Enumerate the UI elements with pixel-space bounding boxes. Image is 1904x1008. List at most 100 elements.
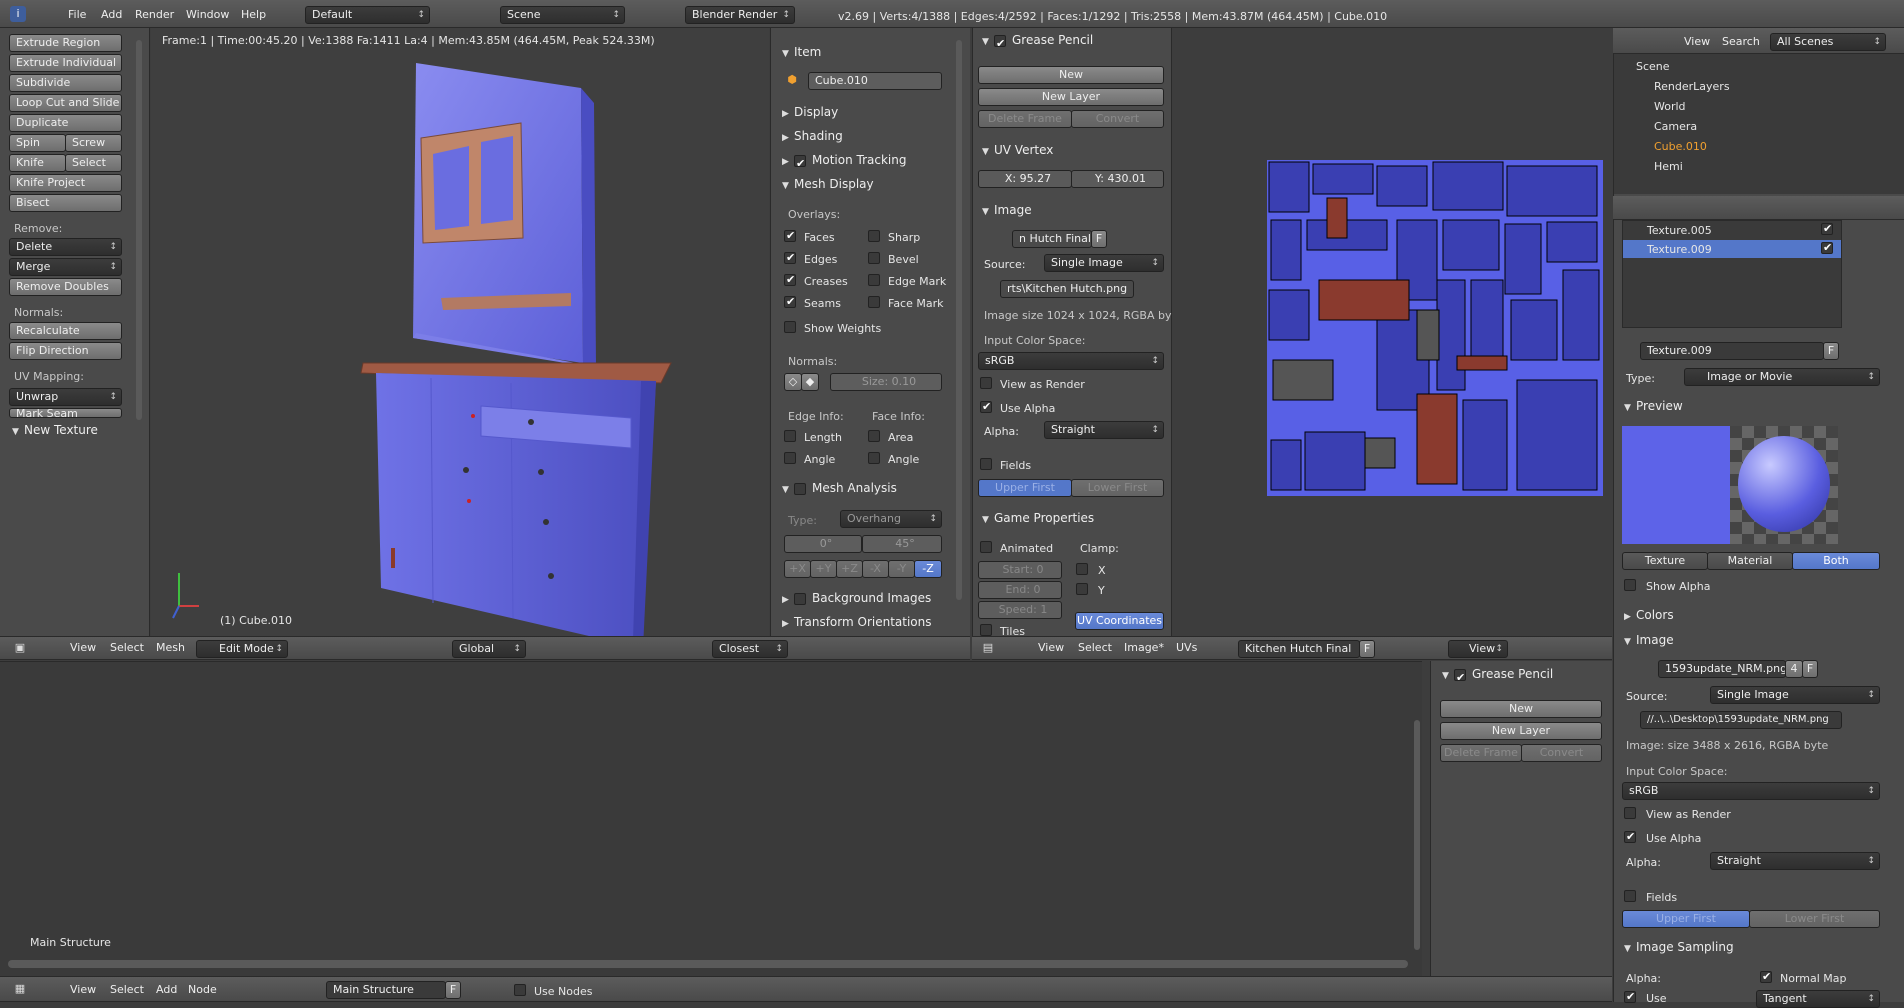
face-normals-toggle[interactable]: ◆ bbox=[801, 373, 819, 391]
merge-menu[interactable]: Merge bbox=[9, 258, 122, 276]
use-nodes-checkbox[interactable] bbox=[514, 984, 526, 996]
upper-first-button[interactable]: Upper First bbox=[1622, 910, 1750, 928]
outliner-item[interactable]: Hemi bbox=[1614, 156, 1886, 176]
outliner-display-select[interactable]: All Scenes bbox=[1770, 33, 1886, 51]
game-properties-panel[interactable]: ▼ Game Properties bbox=[982, 508, 1094, 528]
node-grease-pencil-panel[interactable]: ▼Grease Pencil bbox=[1442, 664, 1553, 688]
extrude-individual-button[interactable]: Extrude Individual bbox=[9, 54, 122, 72]
knife-button[interactable]: Knife bbox=[9, 154, 66, 172]
properties-scrollbar[interactable] bbox=[956, 40, 962, 600]
new-texture-panel[interactable]: ▼ New Texture bbox=[12, 420, 98, 440]
preview-both-tab[interactable]: Both bbox=[1792, 552, 1880, 570]
mark-seam-button[interactable]: Mark Seam bbox=[9, 408, 122, 418]
viewport-menu-select[interactable]: Select bbox=[110, 636, 144, 660]
loop-cut-button[interactable]: Loop Cut and Slide bbox=[9, 94, 122, 112]
node-gp-delete-frame-button[interactable]: Delete Frame bbox=[1440, 744, 1522, 762]
outliner-menu-search[interactable]: Search bbox=[1722, 30, 1760, 54]
uv-view-mode-select[interactable]: View bbox=[1448, 640, 1508, 658]
duplicate-button[interactable]: Duplicate bbox=[9, 114, 122, 132]
subdivide-button[interactable]: Subdivide bbox=[9, 74, 122, 92]
uv-source-select[interactable]: Single Image bbox=[1044, 254, 1164, 272]
flip-direction-button[interactable]: Flip Direction bbox=[9, 342, 122, 360]
menu-render[interactable]: Render bbox=[135, 3, 174, 27]
image-panel[interactable]: ▼ Image bbox=[1624, 630, 1674, 650]
viewport-menu-mesh[interactable]: Mesh bbox=[156, 636, 185, 660]
mode-select[interactable]: Edit Mode bbox=[196, 640, 288, 658]
faces-checkbox[interactable] bbox=[784, 229, 796, 242]
delete-menu[interactable]: Delete bbox=[9, 238, 122, 256]
normal-space-select[interactable]: Tangent bbox=[1756, 990, 1880, 1008]
uv-gp-convert-button[interactable]: Convert bbox=[1071, 110, 1164, 128]
axis-plus-x[interactable]: +X bbox=[784, 560, 811, 578]
anim-end-field[interactable]: End: 0 bbox=[978, 581, 1062, 599]
image-sampling-panel[interactable]: ▼ Image Sampling bbox=[1624, 937, 1734, 957]
uv-menu-image[interactable]: Image* bbox=[1124, 636, 1164, 660]
scene-select[interactable]: Scene bbox=[500, 6, 625, 24]
axis-plus-y[interactable]: +Y bbox=[810, 560, 837, 578]
unwrap-menu[interactable]: Unwrap bbox=[9, 388, 122, 406]
knife-select-button[interactable]: Select bbox=[65, 154, 122, 172]
alpha-select[interactable]: Straight bbox=[1710, 852, 1880, 870]
analysis-type-select[interactable]: Overhang bbox=[840, 510, 942, 528]
toolshelf-scrollbar[interactable] bbox=[136, 40, 142, 420]
menu-add[interactable]: Add bbox=[101, 3, 122, 27]
layout-select[interactable]: Default bbox=[305, 6, 430, 24]
uv-image-select[interactable]: Kitchen Hutch Final bbox=[1238, 640, 1360, 658]
uv-gp-new-layer-button[interactable]: New Layer bbox=[978, 88, 1164, 106]
use-checkbox[interactable] bbox=[1624, 990, 1636, 1003]
image-fake-user[interactable]: F bbox=[1802, 660, 1818, 678]
uv-grease-pencil-panel[interactable]: ▼Grease Pencil bbox=[982, 30, 1093, 54]
edge-mark-checkbox[interactable] bbox=[868, 274, 880, 286]
node-horizontal-scrollbar[interactable] bbox=[8, 960, 1408, 968]
node-gp-new-button[interactable]: New bbox=[1440, 700, 1602, 718]
normal-map-checkbox[interactable] bbox=[1760, 970, 1772, 983]
outliner-item[interactable]: RenderLayers bbox=[1614, 76, 1886, 96]
sharp-checkbox[interactable] bbox=[868, 230, 880, 242]
axis-minus-z[interactable]: -Z bbox=[914, 560, 942, 578]
texture-slot-1[interactable]: Texture.005 bbox=[1623, 221, 1841, 239]
background-images-panel[interactable]: ▶ Background Images bbox=[782, 588, 931, 608]
node-menu-view[interactable]: View bbox=[70, 978, 96, 1002]
bevel-checkbox[interactable] bbox=[868, 252, 880, 264]
show-alpha-checkbox[interactable] bbox=[1624, 579, 1636, 591]
analysis-min-field[interactable]: 0° bbox=[784, 535, 862, 553]
face-angle-checkbox[interactable] bbox=[868, 452, 880, 464]
area-checkbox[interactable] bbox=[868, 430, 880, 442]
node-editor[interactable] bbox=[0, 661, 1422, 976]
menu-help[interactable]: Help bbox=[241, 3, 266, 27]
render-engine-select[interactable]: Blender Render bbox=[685, 6, 795, 24]
preview-panel[interactable]: ▼ Preview bbox=[1624, 396, 1683, 416]
face-mark-checkbox[interactable] bbox=[868, 296, 880, 308]
orientation-select[interactable]: Global bbox=[452, 640, 526, 658]
outliner-item[interactable]: Cube.010 bbox=[1614, 136, 1886, 156]
texture-type-select[interactable]: Image or Movie bbox=[1684, 368, 1880, 386]
show-weights-checkbox[interactable] bbox=[784, 321, 796, 333]
node-vertical-scrollbar[interactable] bbox=[1414, 720, 1420, 950]
outliner-item[interactable]: World bbox=[1614, 96, 1886, 116]
node-gp-convert-button[interactable]: Convert bbox=[1521, 744, 1602, 762]
edge-angle-checkbox[interactable] bbox=[784, 452, 796, 464]
lower-first-button[interactable]: Lower First bbox=[1749, 910, 1880, 928]
menu-window[interactable]: Window bbox=[186, 3, 229, 27]
image-source-select[interactable]: Single Image bbox=[1710, 686, 1880, 704]
outliner-menu-view[interactable]: View bbox=[1684, 30, 1710, 54]
uv-image-fake-user[interactable]: F bbox=[1091, 230, 1107, 248]
node-menu-add[interactable]: Add bbox=[156, 978, 177, 1002]
colors-panel[interactable]: ▶ Colors bbox=[1624, 605, 1674, 625]
uv-menu-uvs[interactable]: UVs bbox=[1176, 636, 1197, 660]
uv-coordinates-button[interactable]: UV Coordinates bbox=[1075, 612, 1164, 630]
spin-button[interactable]: Spin bbox=[9, 134, 66, 152]
color-space-select[interactable]: sRGB bbox=[1622, 782, 1880, 800]
tiles-checkbox[interactable] bbox=[980, 624, 992, 636]
normals-size-field[interactable]: Size: 0.10 bbox=[830, 373, 942, 391]
uv-image-path-field[interactable]: rts\Kitchen Hutch.png bbox=[1000, 280, 1134, 298]
axis-minus-y[interactable]: -Y bbox=[888, 560, 915, 578]
view-as-render-checkbox[interactable] bbox=[1624, 807, 1636, 819]
item-panel[interactable]: ▼ Item bbox=[782, 42, 821, 62]
mesh-analysis-panel[interactable]: ▼ Mesh Analysis bbox=[782, 478, 897, 498]
shading-panel[interactable]: ▶ Shading bbox=[782, 126, 843, 146]
uv-alpha-select[interactable]: Straight bbox=[1044, 421, 1164, 439]
clamp-x-checkbox[interactable] bbox=[1076, 563, 1088, 575]
motion-tracking-panel[interactable]: ▶Motion Tracking bbox=[782, 150, 906, 174]
clamp-y-checkbox[interactable] bbox=[1076, 583, 1088, 595]
